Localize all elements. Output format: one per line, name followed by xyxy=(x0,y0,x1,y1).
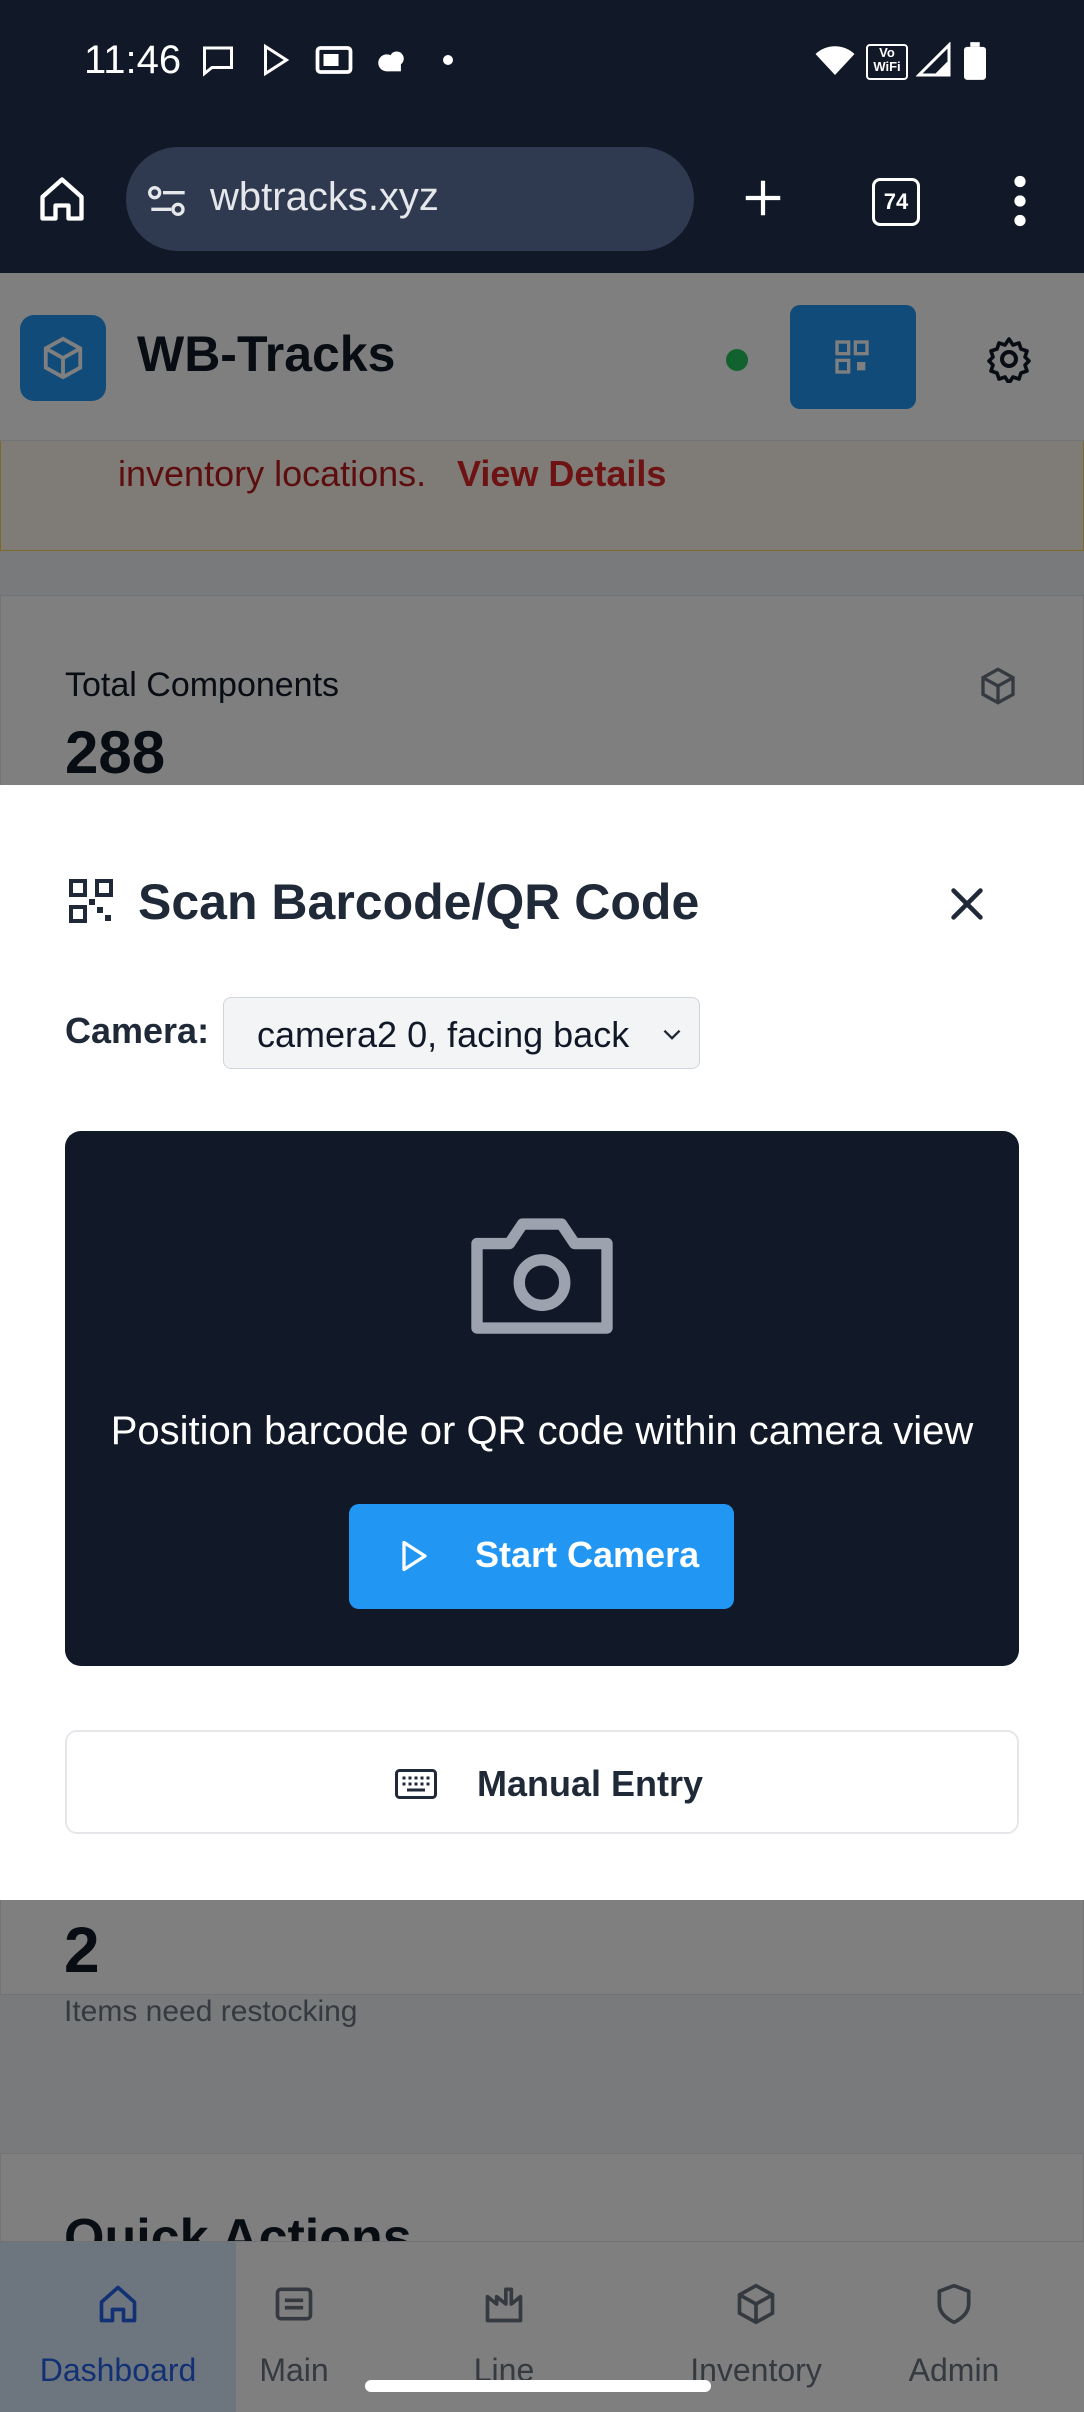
cloud-icon xyxy=(378,51,404,72)
cast-icon xyxy=(315,46,353,74)
new-tab-icon[interactable] xyxy=(740,175,786,221)
url-text[interactable]: wbtracks.xyz xyxy=(210,175,439,220)
start-camera-button[interactable]: Start Camera xyxy=(349,1504,734,1609)
play-icon xyxy=(402,1540,427,1572)
home-icon[interactable] xyxy=(36,173,88,225)
gesture-home-bar[interactable] xyxy=(365,2380,711,2392)
modal-title: Scan Barcode/QR Code xyxy=(138,874,700,930)
start-camera-label: Start Camera xyxy=(475,1534,700,1575)
close-icon[interactable] xyxy=(944,881,990,927)
manual-entry-button[interactable]: Manual Entry xyxy=(65,1730,1019,1834)
scan-modal: Scan Barcode/QR Code Camera: camera2 0, … xyxy=(0,785,1084,1900)
wifi-icon xyxy=(815,46,855,75)
qr-code-icon xyxy=(69,879,113,923)
camera-select-value: camera2 0, facing back xyxy=(257,1014,630,1055)
site-settings-icon[interactable] xyxy=(146,181,190,221)
status-bar: 11:46 Vo WiFi xyxy=(0,0,1084,125)
viewport-instruction: Position barcode or QR code within camer… xyxy=(110,1409,974,1453)
play-store-icon xyxy=(264,43,290,77)
message-icon xyxy=(203,46,233,77)
dot-icon xyxy=(443,55,453,65)
manual-entry-label: Manual Entry xyxy=(477,1763,704,1804)
camera-icon xyxy=(471,1218,613,1334)
camera-label: Camera: xyxy=(65,1010,210,1051)
more-menu-icon[interactable] xyxy=(1008,175,1032,227)
signal-icon xyxy=(916,42,951,77)
camera-select[interactable]: camera2 0, facing back xyxy=(223,997,700,1069)
chevron-down-icon xyxy=(663,1029,681,1040)
vowifi-icon: Vo WiFi xyxy=(866,44,908,80)
status-time: 11:46 xyxy=(84,38,182,82)
browser-toolbar: wbtracks.xyz 74 xyxy=(0,125,1084,273)
tab-switcher-button[interactable]: 74 xyxy=(872,178,920,226)
keyboard-icon xyxy=(395,1769,437,1799)
camera-viewport: Position barcode or QR code within camer… xyxy=(65,1131,1019,1666)
battery-icon xyxy=(964,42,986,80)
